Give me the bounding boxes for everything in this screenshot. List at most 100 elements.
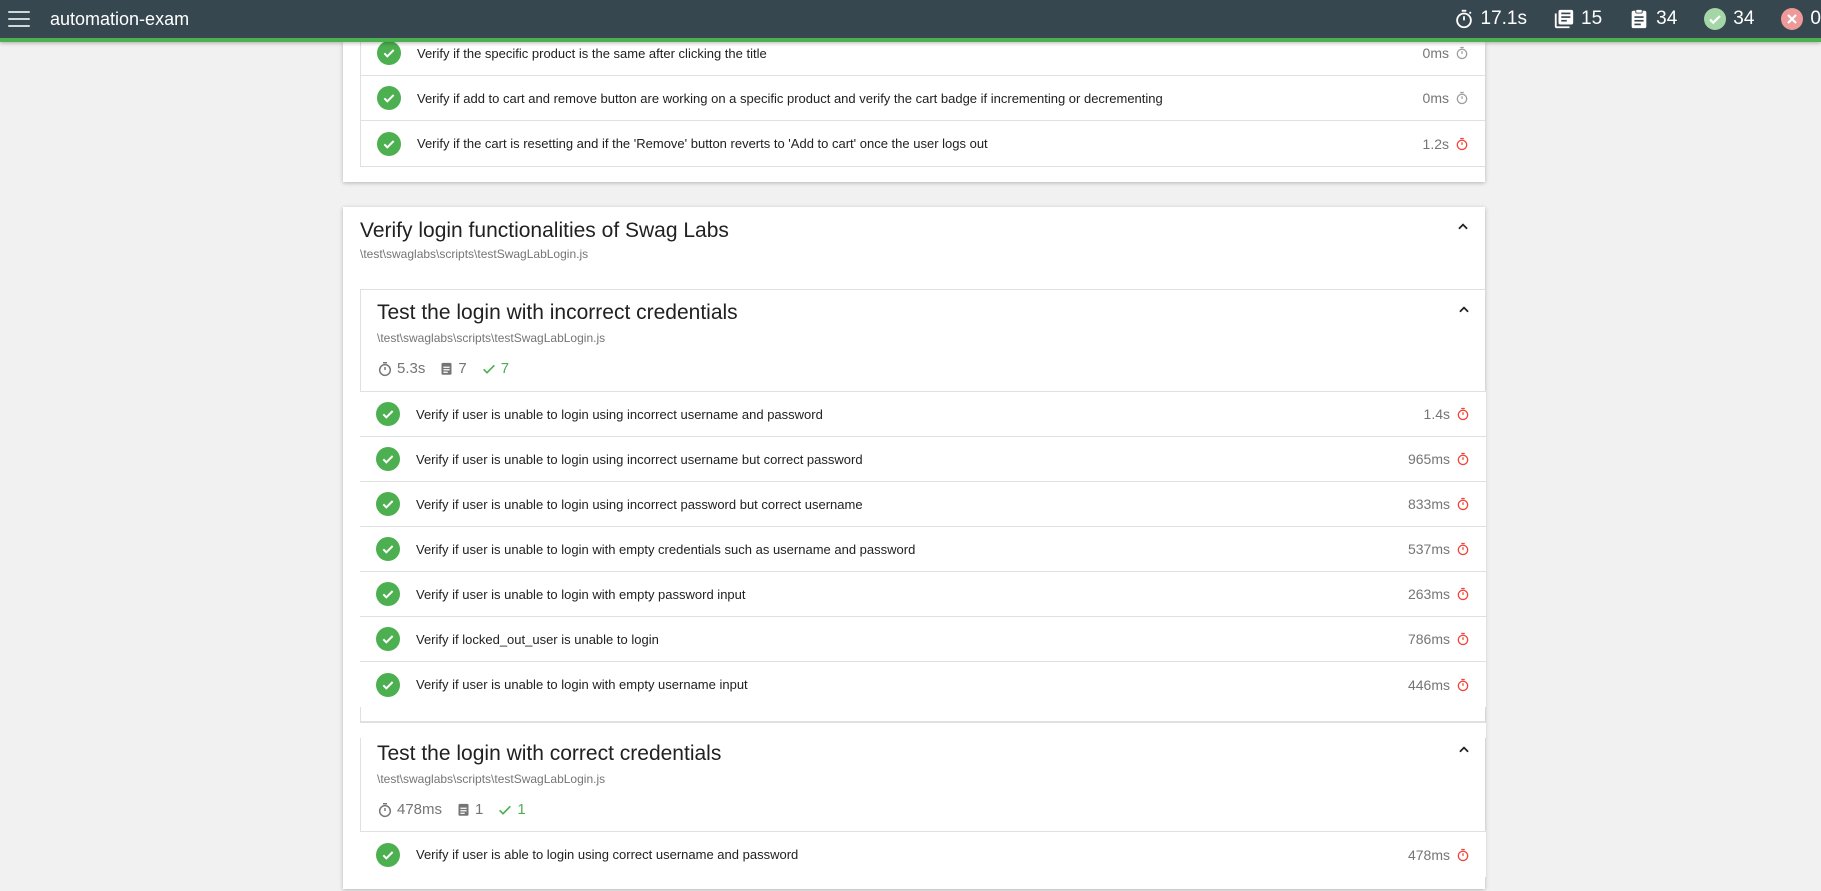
stat-passed-value: 34 [1733,8,1755,29]
timer-icon-slow [1456,848,1470,862]
subsuite-file-path: \test\swaglabs\scripts\testSwagLabLogin.… [377,772,606,786]
clipboard-icon [456,802,471,817]
test-row[interactable]: Verify if add to cart and remove button … [361,76,1485,121]
check-icon [376,402,400,426]
test-title: Verify if user is unable to login using … [416,406,823,422]
subsuite-test-list: Verify if user is able to login using co… [360,831,1486,877]
subsuite-correct-credentials: Test the login with correct credentials … [360,722,1486,877]
subsuite-title: Test the login with correct credentials [377,742,722,765]
test-duration: 965ms [1407,451,1450,467]
stat-suites[interactable]: 15 [1553,8,1602,30]
test-title: Verify if user is unable to login with e… [416,541,916,557]
test-title: Verify if add to cart and remove button … [417,90,1163,106]
timer-icon [1455,91,1469,105]
test-duration: 478ms [1407,846,1450,863]
subsuite-file-path: \test\swaglabs\scripts\testSwagLabLogin.… [377,331,606,345]
test-duration: 1.2s [1422,135,1449,152]
test-duration: 537ms [1407,541,1450,557]
check-icon [497,802,513,818]
test-duration: 263ms [1407,586,1450,602]
subsuite-tests-count: 7 [439,360,467,377]
timer-icon-slow [1455,137,1469,151]
test-row[interactable]: Verify if user is unable to login with e… [360,527,1486,572]
check-icon [376,582,400,606]
test-row[interactable]: Verify if user is unable to login with e… [360,572,1486,617]
subsuite-passed-value: 1 [517,801,526,818]
test-duration: 0ms [1422,45,1449,61]
stopwatch-icon [377,361,393,377]
test-duration: 446ms [1407,676,1450,693]
test-row[interactable]: Verify if the cart is resetting and if t… [361,121,1485,166]
timer-icon-slow [1456,632,1470,646]
stat-failed-value: 0 [1810,8,1821,29]
library-books-icon [1553,8,1575,30]
timer-icon-slow [1456,452,1470,466]
cancel-circle-icon [1780,7,1804,31]
subsuite-incorrect-credentials: Test the login with incorrect credential… [360,289,1486,722]
check-icon [376,492,400,516]
check-icon [376,672,400,697]
subsuite-passed-value: 7 [500,360,510,377]
subsuite-passed-count: 7 [481,360,509,377]
stat-tests[interactable]: 34 [1628,8,1677,30]
check-icon [481,361,497,377]
test-title: Verify if user is unable to login using … [416,451,863,467]
test-title: Verify if locked_out_user is unable to l… [416,631,659,647]
suite-file-path: \test\swaglabs\scripts\testSwagLabLogin.… [360,247,589,261]
stat-failed[interactable]: 0 [1780,7,1821,31]
chevron-up-icon[interactable] [1454,300,1474,320]
subsuite-duration: 478ms [377,801,442,818]
menu-icon[interactable] [8,11,30,27]
test-row[interactable]: Verify if user is unable to login using … [360,437,1486,482]
test-duration: 833ms [1407,496,1450,512]
subsuite-tests-count: 1 [456,801,483,818]
subsuite-stats: 5.3s 7 7 [377,360,523,377]
check-circle-icon [1703,7,1727,31]
test-row[interactable]: Verify if user is able to login using co… [360,832,1486,877]
stopwatch-icon [1453,8,1475,30]
clipboard-icon [1628,8,1650,30]
test-row[interactable]: Verify if user is unable to login using … [360,392,1486,437]
summary-stats: 17.1s 15 34 34 0 [1453,0,1821,38]
timer-icon-slow [1456,542,1470,556]
stat-duration: 17.1s [1453,8,1527,30]
stat-passed[interactable]: 34 [1703,7,1754,31]
top-navbar: automation-exam 17.1s 15 34 34 0 [0,0,1821,42]
check-icon [376,537,400,561]
test-title: Verify if the specific product is the sa… [417,45,767,61]
test-title: Verify if user is unable to login using … [416,496,863,512]
subsuite-tests-value: 7 [458,360,467,377]
subsuite-spacer [360,722,1486,738]
check-icon [377,131,401,156]
check-icon [376,627,400,651]
subsuite-tests-value: 1 [475,801,484,818]
chevron-up-icon[interactable] [1454,740,1474,760]
check-icon [376,842,400,867]
suite-title: Verify login functionalities of Swag Lab… [360,219,729,242]
test-row[interactable]: Verify if user is unable to login with e… [360,662,1486,707]
check-icon [376,447,400,471]
stat-duration-value: 17.1s [1480,8,1527,29]
stat-suites-value: 15 [1581,8,1603,29]
subsuite-duration-value: 5.3s [397,360,426,377]
clipboard-icon [439,361,454,376]
test-duration: 786ms [1407,631,1450,647]
test-row[interactable]: Verify if user is unable to login using … [360,482,1486,527]
stat-tests-value: 34 [1656,8,1678,29]
test-row[interactable]: Verify if locked_out_user is unable to l… [360,617,1486,662]
subsuite-stats: 478ms 1 1 [377,801,540,818]
test-list: Verify if the specific product is the sa… [360,30,1485,167]
timer-icon-slow [1456,407,1470,421]
suite-card: Verify login functionalities of Swag Lab… [343,207,1486,889]
test-title: Verify if user is unable to login with e… [416,586,746,602]
app-title: automation-exam [50,8,190,29]
subsuite-duration-value: 478ms [397,801,443,818]
check-icon [377,41,401,65]
stopwatch-icon [377,802,393,818]
timer-icon-slow [1456,587,1470,601]
subsuite-title: Test the login with incorrect credential… [377,301,738,324]
test-duration: 1.4s [1423,406,1450,422]
timer-icon [1455,46,1469,60]
timer-icon-slow [1456,497,1470,511]
chevron-up-icon[interactable] [1453,217,1473,237]
